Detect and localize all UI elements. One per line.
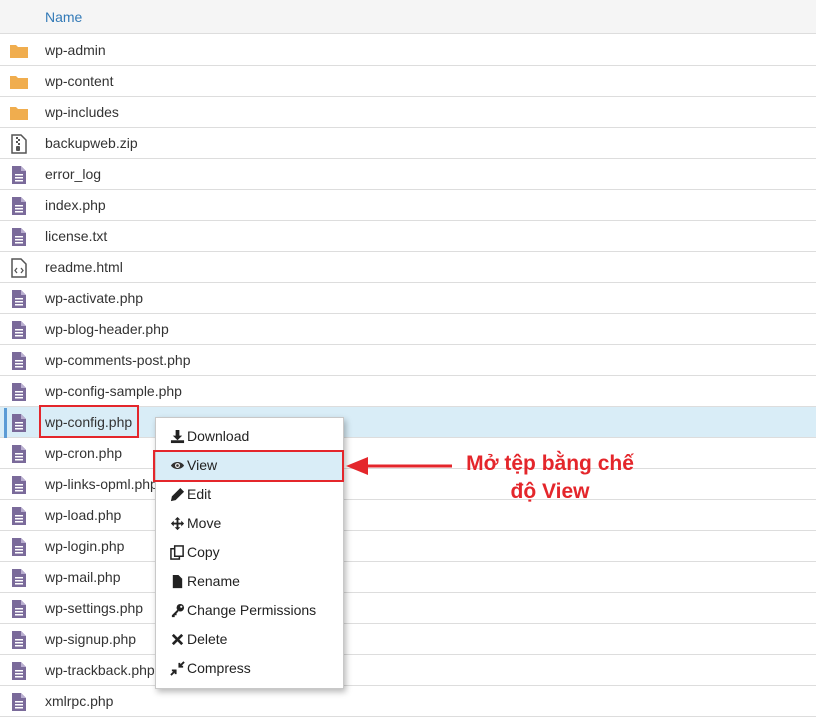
menu-item-label: Copy bbox=[187, 544, 220, 560]
highlight-box-filename bbox=[39, 405, 139, 438]
folder-icon bbox=[9, 103, 29, 123]
menu-item-label: Delete bbox=[187, 631, 228, 647]
text-file-icon bbox=[9, 196, 29, 216]
copy-icon bbox=[170, 545, 185, 560]
file-name[interactable]: license.txt bbox=[45, 228, 107, 244]
file-name[interactable]: wp-login.php bbox=[45, 538, 124, 554]
text-file-icon bbox=[9, 227, 29, 247]
file-row[interactable]: wp-content bbox=[0, 66, 816, 97]
text-file-icon bbox=[9, 475, 29, 495]
compress-icon bbox=[170, 661, 185, 676]
file-row[interactable]: error_log bbox=[0, 159, 816, 190]
menu-item-label: Download bbox=[187, 428, 250, 444]
folder-icon bbox=[9, 72, 29, 92]
file-list-header: Name bbox=[0, 0, 816, 34]
file-name[interactable]: wp-settings.php bbox=[45, 600, 143, 616]
menu-item-edit[interactable]: Edit bbox=[156, 480, 343, 509]
file-row[interactable]: wp-includes bbox=[0, 97, 816, 128]
file-name[interactable]: error_log bbox=[45, 166, 101, 182]
file-row[interactable]: wp-signup.php bbox=[0, 624, 816, 655]
text-file-icon bbox=[9, 165, 29, 185]
file-row[interactable]: wp-admin bbox=[0, 35, 816, 66]
menu-item-label: Edit bbox=[187, 486, 212, 502]
menu-item-compress[interactable]: Compress bbox=[156, 654, 343, 683]
file-name[interactable]: wp-activate.php bbox=[45, 290, 143, 306]
annotation-line-1: Mở tệp bằng chế bbox=[466, 452, 634, 475]
file-row[interactable]: wp-trackback.php bbox=[0, 655, 816, 686]
file-name[interactable]: wp-content bbox=[45, 73, 113, 89]
selected-row-indicator bbox=[4, 408, 7, 438]
file-name[interactable]: wp-trackback.php bbox=[45, 662, 155, 678]
file-row[interactable]: wp-mail.php bbox=[0, 562, 816, 593]
file-name[interactable]: wp-admin bbox=[45, 42, 106, 58]
annotation-line-2: độ View bbox=[510, 480, 590, 503]
text-file-icon bbox=[9, 630, 29, 650]
download-icon bbox=[170, 429, 185, 444]
file-row[interactable]: readme.html bbox=[0, 252, 816, 283]
menu-item-label: Rename bbox=[187, 573, 240, 589]
folder-icon bbox=[9, 41, 29, 61]
text-file-icon bbox=[9, 320, 29, 340]
text-file-icon bbox=[9, 537, 29, 557]
text-file-icon bbox=[9, 568, 29, 588]
file-row[interactable]: wp-activate.php bbox=[0, 283, 816, 314]
code-file-icon bbox=[9, 258, 29, 278]
file-row[interactable]: wp-settings.php bbox=[0, 593, 816, 624]
file-row[interactable]: backupweb.zip bbox=[0, 128, 816, 159]
file-icon bbox=[170, 574, 185, 589]
move-arrows-icon bbox=[170, 516, 185, 531]
menu-item-move[interactable]: Move bbox=[156, 509, 343, 538]
text-file-icon bbox=[9, 351, 29, 371]
file-row[interactable]: wp-blog-header.php bbox=[0, 314, 816, 345]
file-name[interactable]: wp-links-opml.php bbox=[45, 476, 158, 492]
file-name[interactable]: wp-blog-header.php bbox=[45, 321, 169, 337]
x-icon bbox=[170, 632, 185, 647]
file-row[interactable]: index.php bbox=[0, 190, 816, 221]
file-name[interactable]: readme.html bbox=[45, 259, 123, 275]
annotation-text: Mở tệp bằng chế độ View bbox=[430, 450, 670, 506]
text-file-icon bbox=[9, 506, 29, 526]
menu-item-download[interactable]: Download bbox=[156, 422, 343, 451]
text-file-icon bbox=[9, 382, 29, 402]
text-file-icon bbox=[9, 692, 29, 712]
file-name[interactable]: wp-mail.php bbox=[45, 569, 120, 585]
file-name[interactable]: backupweb.zip bbox=[45, 135, 138, 151]
menu-item-rename[interactable]: Rename bbox=[156, 567, 343, 596]
file-row[interactable]: wp-login.php bbox=[0, 531, 816, 562]
menu-item-copy[interactable]: Copy bbox=[156, 538, 343, 567]
file-row[interactable]: wp-config-sample.php bbox=[0, 376, 816, 407]
file-row[interactable]: wp-comments-post.php bbox=[0, 345, 816, 376]
text-file-icon bbox=[9, 661, 29, 681]
file-name[interactable]: wp-cron.php bbox=[45, 445, 122, 461]
file-name[interactable]: wp-load.php bbox=[45, 507, 121, 523]
file-name[interactable]: wp-includes bbox=[45, 104, 119, 120]
key-icon bbox=[170, 603, 185, 618]
text-file-icon bbox=[9, 413, 29, 433]
text-file-icon bbox=[9, 444, 29, 464]
file-row[interactable]: license.txt bbox=[0, 221, 816, 252]
highlight-box-view bbox=[153, 450, 344, 482]
zip-file-icon bbox=[9, 134, 29, 154]
file-row[interactable]: xmlrpc.php bbox=[0, 686, 816, 717]
menu-item-delete[interactable]: Delete bbox=[156, 625, 343, 654]
menu-item-label: Move bbox=[187, 515, 222, 531]
file-row[interactable]: wp-load.php bbox=[0, 500, 816, 531]
menu-item-label: Compress bbox=[187, 660, 251, 676]
file-name[interactable]: xmlrpc.php bbox=[45, 693, 113, 709]
menu-item-change-permissions[interactable]: Change Permissions bbox=[156, 596, 343, 625]
name-column-header[interactable]: Name bbox=[45, 9, 82, 25]
menu-item-label: Change Permissions bbox=[187, 602, 317, 618]
file-name[interactable]: wp-config-sample.php bbox=[45, 383, 182, 399]
text-file-icon bbox=[9, 289, 29, 309]
file-name[interactable]: wp-signup.php bbox=[45, 631, 136, 647]
pencil-icon bbox=[170, 487, 185, 502]
text-file-icon bbox=[9, 599, 29, 619]
file-name[interactable]: index.php bbox=[45, 197, 106, 213]
file-name[interactable]: wp-comments-post.php bbox=[45, 352, 191, 368]
